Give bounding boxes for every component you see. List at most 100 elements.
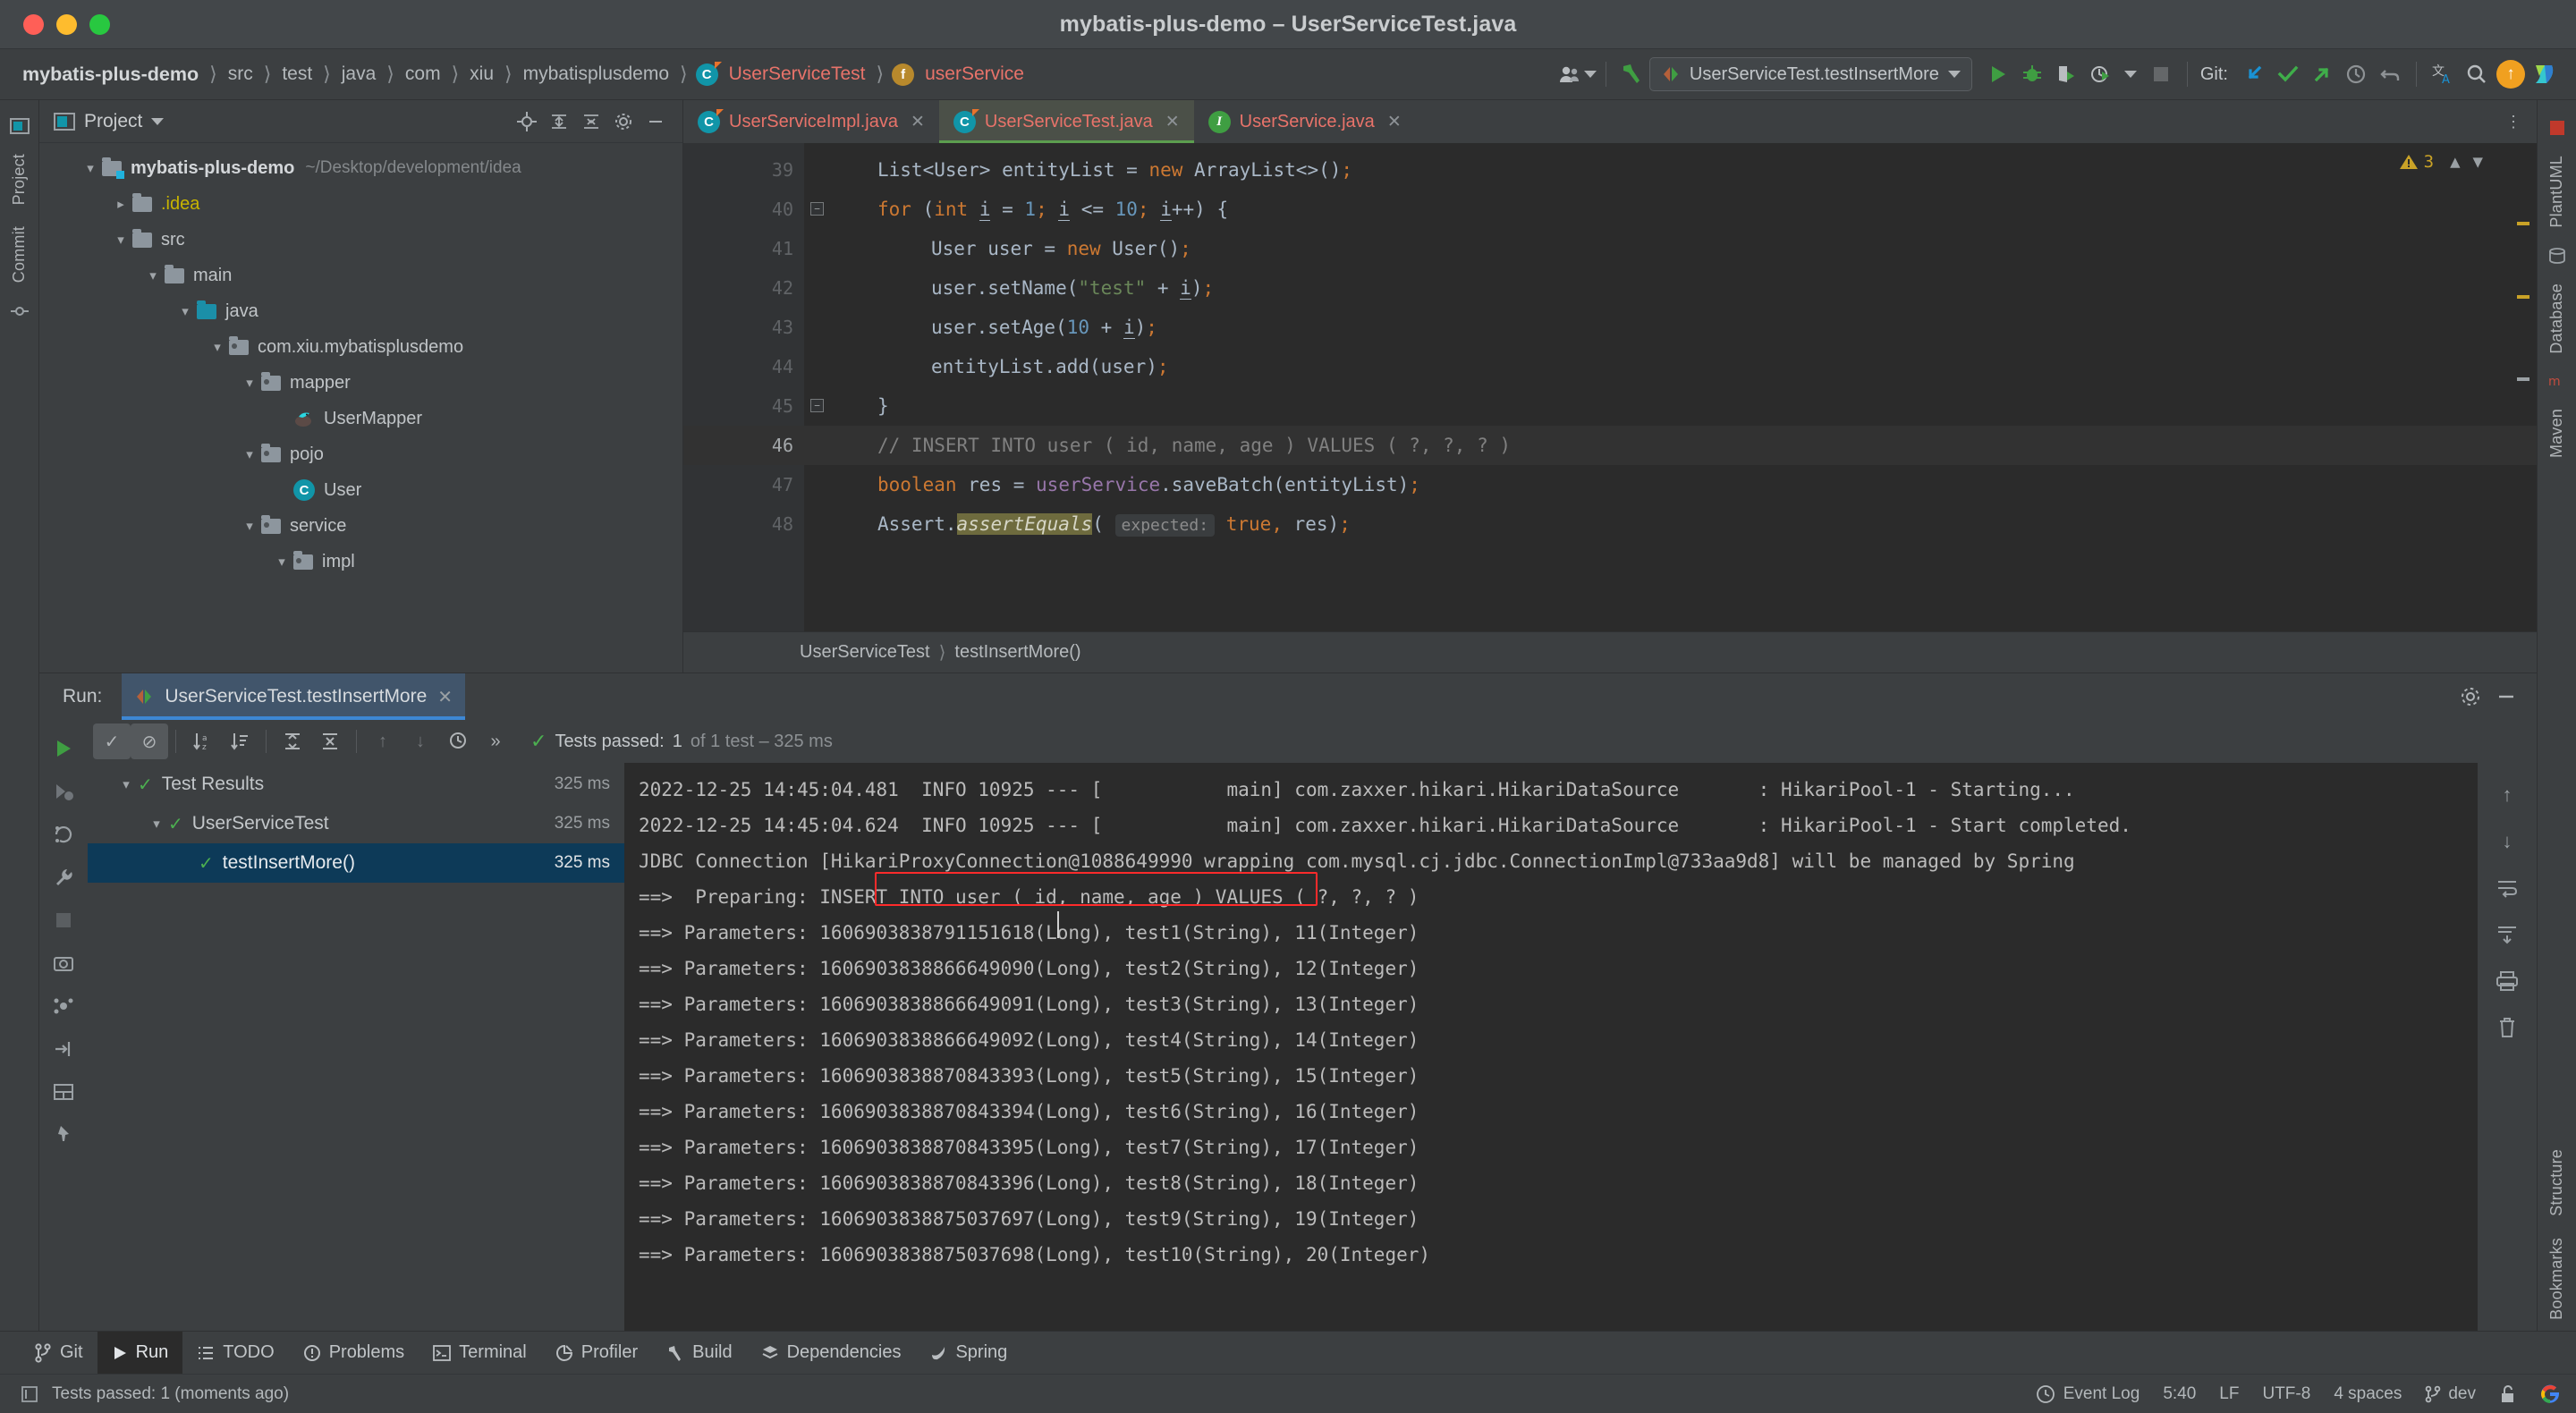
sort-by-duration-icon[interactable] — [221, 723, 258, 759]
settings-gear-icon[interactable] — [2456, 682, 2485, 711]
line-separator[interactable]: LF — [2219, 1384, 2239, 1404]
close-icon[interactable]: ✕ — [1387, 112, 1402, 132]
toolwindow-profiler[interactable]: Profiler — [541, 1332, 652, 1375]
project-icon[interactable] — [9, 109, 30, 143]
sidebar-tab-plantuml[interactable]: PlantUML — [2546, 145, 2568, 239]
toolwindow-spring[interactable]: Spring — [915, 1332, 1021, 1375]
chevron-down-icon[interactable] — [151, 117, 165, 125]
run-with-coverage-icon[interactable] — [2049, 57, 2083, 91]
window-controls[interactable] — [0, 13, 110, 35]
chevron-down-icon[interactable]: ▾ — [238, 518, 261, 534]
git-history-icon[interactable] — [2339, 57, 2373, 91]
screenshot-icon[interactable] — [44, 942, 83, 985]
chevron-down-icon[interactable]: ▾ — [238, 446, 261, 462]
chevron-down-icon[interactable]: ▾ — [145, 816, 168, 832]
maven-icon[interactable]: m — [2547, 364, 2567, 398]
settings-gear-icon[interactable] — [609, 107, 638, 136]
breadcrumb-item-test[interactable]: test — [279, 63, 315, 85]
sidebar-tab-structure[interactable]: Structure — [2546, 1138, 2568, 1227]
soft-wrap-icon[interactable] — [2486, 865, 2529, 911]
chevron-down-icon[interactable]: ▾ — [141, 267, 165, 283]
database-icon[interactable] — [2548, 239, 2566, 273]
hide-icon[interactable] — [2492, 682, 2521, 711]
chevron-down-icon[interactable]: ▾ — [270, 554, 293, 570]
sidebar-tab-commit[interactable]: Commit — [8, 216, 30, 293]
caret-position[interactable]: 5:40 — [2163, 1384, 2196, 1404]
tree-row[interactable]: ▾ pojo — [39, 436, 682, 472]
close-icon[interactable]: ✕ — [911, 112, 925, 132]
chevron-down-icon[interactable]: ▾ — [238, 375, 261, 391]
memory-icon[interactable] — [20, 1384, 39, 1404]
toolwindow-build[interactable]: Build — [652, 1332, 746, 1375]
tree-row[interactable]: ▾ com.xiu.mybatisplusdemo — [39, 329, 682, 365]
sidebar-tab-bookmarks[interactable]: Bookmarks — [2546, 1227, 2568, 1331]
inspection-status[interactable]: 3 ▲ ▼ — [2399, 152, 2483, 172]
test-results-tree[interactable]: ▾ ✓ Test Results 325 ms ▾ ✓ UserServiceT… — [88, 763, 624, 1331]
ide-logo-icon[interactable] — [2528, 57, 2562, 91]
chevron-down-icon[interactable]: ▾ — [109, 232, 132, 248]
chevron-up-icon[interactable]: ▲ — [2450, 152, 2460, 172]
run-icon[interactable] — [1981, 57, 2015, 91]
git-commit-icon[interactable] — [2271, 57, 2305, 91]
run-configuration-selector[interactable]: UserServiceTest.testInsertMore — [1648, 57, 1972, 91]
chevron-down-icon[interactable]: ▾ — [206, 339, 229, 355]
expand-all-icon[interactable] — [274, 723, 311, 759]
chevron-down-icon[interactable]: ▾ — [174, 303, 197, 319]
google-icon[interactable] — [2540, 1384, 2560, 1404]
code-content[interactable]: List<User> entityList = new ArrayList<>(… — [804, 143, 2537, 631]
git-update-icon[interactable] — [2237, 57, 2271, 91]
chevron-right-icon[interactable]: ▸ — [109, 196, 132, 212]
console-output[interactable]: 2022-12-25 14:45:04.481 INFO 10925 --- [… — [624, 763, 2478, 1331]
tree-row[interactable]: ▾ main — [39, 258, 682, 293]
minimize-button[interactable] — [56, 13, 77, 35]
chevron-down-icon[interactable] — [1947, 71, 1961, 78]
breadcrumb-class[interactable]: UserServiceTest — [800, 642, 930, 663]
clear-all-icon[interactable] — [2486, 1004, 2529, 1051]
history-icon[interactable] — [439, 723, 477, 759]
collapse-all-icon[interactable] — [577, 107, 606, 136]
thread-dump-icon[interactable] — [44, 985, 83, 1028]
breadcrumb-item-project[interactable]: mybatis-plus-demo — [20, 63, 201, 86]
chevron-down-icon[interactable] — [2123, 71, 2137, 78]
upload-icon[interactable]: ↑ — [2494, 57, 2528, 91]
rerun-icon[interactable] — [44, 727, 83, 770]
tree-row[interactable]: ▾ impl — [39, 544, 682, 580]
translate-icon[interactable]: 文A — [2426, 57, 2460, 91]
chevron-down-icon[interactable]: ▾ — [79, 160, 102, 176]
run-tab[interactable]: UserServiceTest.testInsertMore ✕ — [122, 673, 466, 720]
next-failed-icon[interactable]: ↓ — [402, 723, 439, 759]
toolwindow-dependencies[interactable]: Dependencies — [747, 1332, 916, 1375]
profiler-icon[interactable] — [2083, 57, 2117, 91]
sort-alphabetically-icon[interactable]: az — [183, 723, 221, 759]
more-icon[interactable]: » — [477, 723, 514, 759]
show-passed-icon[interactable]: ✓ — [93, 723, 131, 759]
breadcrumb-method[interactable]: testInsertMore() — [954, 642, 1080, 663]
sidebar-tab-project[interactable]: Project — [8, 143, 30, 216]
print-icon[interactable] — [2486, 958, 2529, 1004]
test-tree-row[interactable]: ▾ ✓ Test Results 325 ms — [88, 765, 624, 804]
error-stripe[interactable] — [2517, 143, 2529, 631]
build-hammer-icon[interactable] — [1615, 57, 1649, 91]
tree-row[interactable]: ▾ src — [39, 222, 682, 258]
debug-icon[interactable] — [2015, 57, 2049, 91]
tree-row[interactable]: ▾ mapper — [39, 365, 682, 401]
scroll-up-icon[interactable]: ↑ — [2486, 772, 2529, 818]
editor-tab-UserService[interactable]: I UserService.java ✕ — [1194, 100, 1416, 143]
collapse-all-icon[interactable] — [311, 723, 349, 759]
plantuml-icon[interactable] — [2548, 111, 2566, 145]
toggle-auto-test-icon[interactable] — [44, 813, 83, 856]
breadcrumb-item-package[interactable]: mybatisplusdemo — [521, 63, 672, 85]
test-tree-row[interactable]: ✓ testInsertMore() 325 ms — [88, 843, 624, 883]
toolwindow-problems[interactable]: Problems — [289, 1332, 419, 1375]
chevron-down-icon[interactable]: ▼ — [2473, 152, 2483, 172]
toolwindow-git[interactable]: Git — [20, 1332, 97, 1375]
test-tree-row[interactable]: ▾ ✓ UserServiceTest 325 ms — [88, 804, 624, 843]
tree-row[interactable]: ▾ mybatis-plus-demo ~/Desktop/developmen… — [39, 150, 682, 186]
scroll-to-end-icon[interactable] — [2486, 911, 2529, 958]
breadcrumb-item-xiu[interactable]: xiu — [467, 63, 496, 85]
breadcrumb-item-class[interactable]: UserServiceTest — [726, 63, 869, 85]
indent-setting[interactable]: 4 spaces — [2334, 1384, 2402, 1404]
tree-row[interactable]: C User — [39, 472, 682, 508]
sidebar-tab-maven[interactable]: Maven — [2546, 398, 2568, 469]
editor-tab-UserServiceTest[interactable]: C UserServiceTest.java ✕ — [938, 100, 1194, 143]
